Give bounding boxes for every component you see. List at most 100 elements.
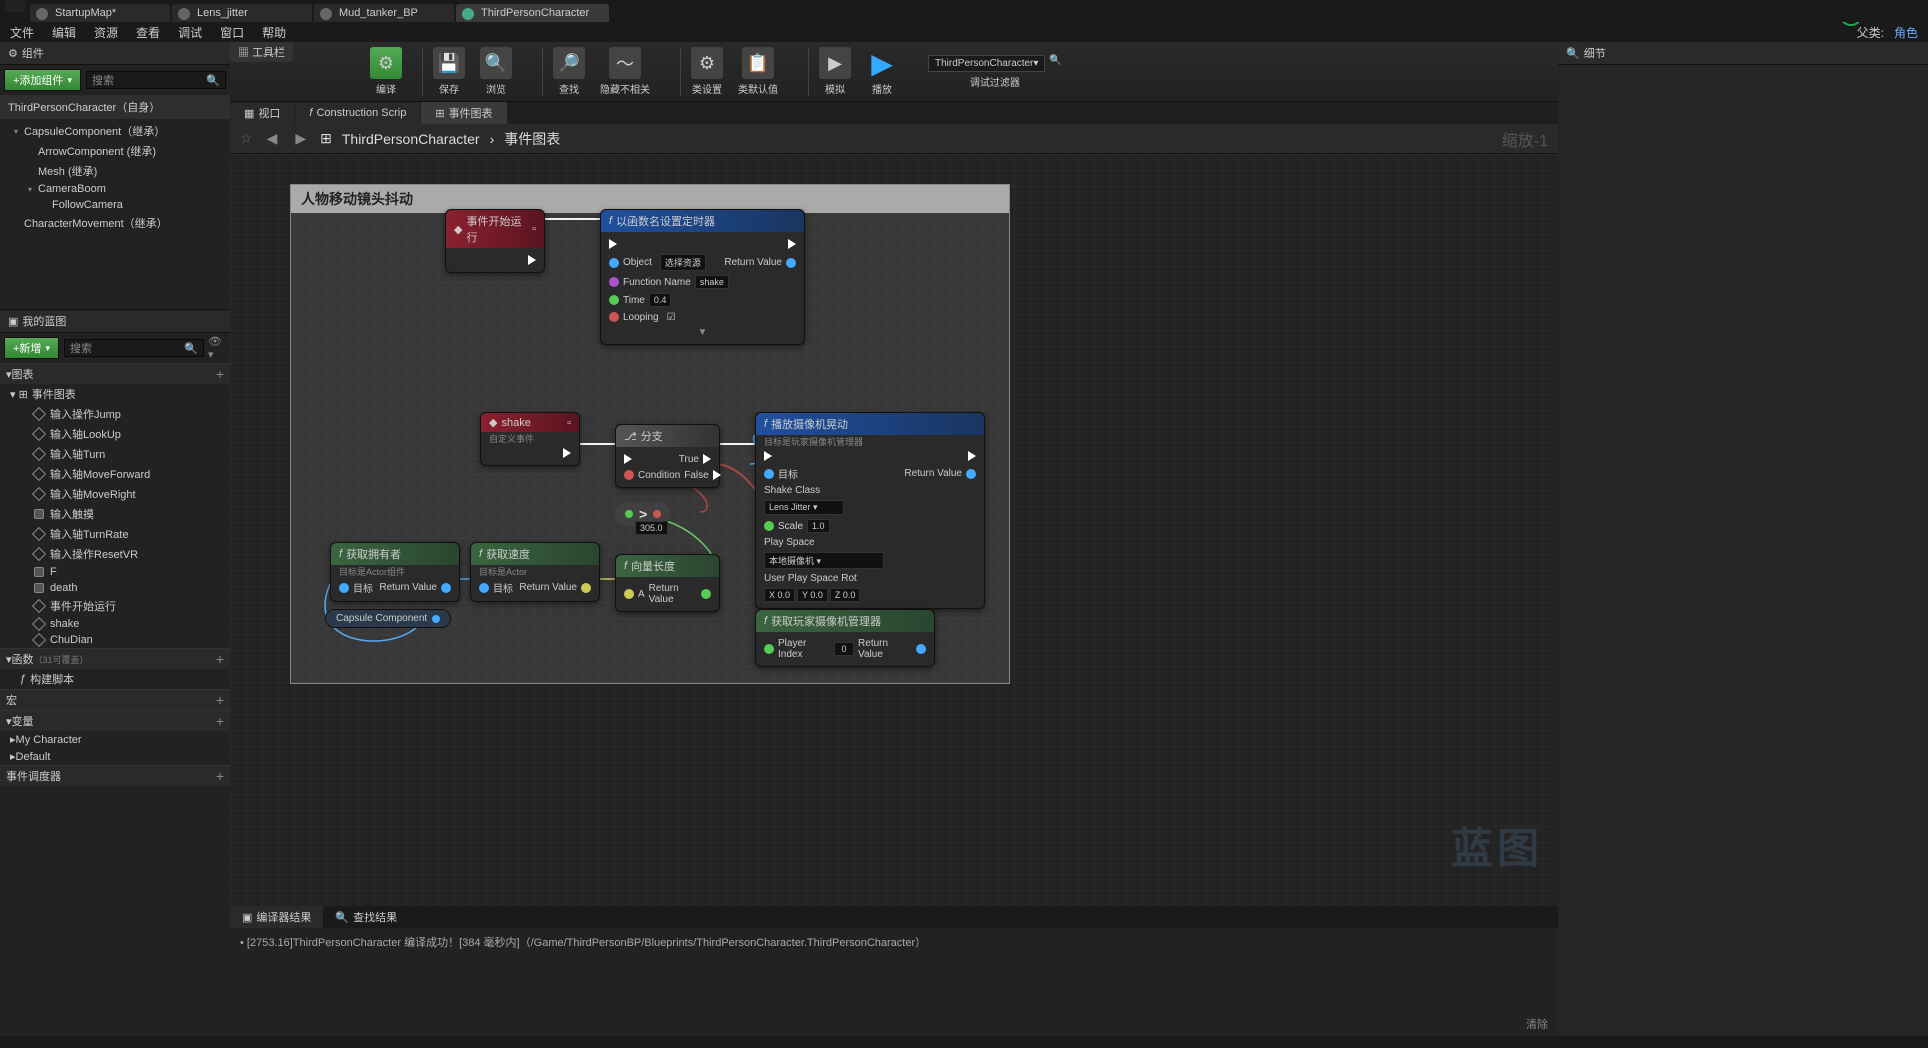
favorite-icon[interactable]: ☆ xyxy=(240,130,253,147)
graph-item-3[interactable]: 输入轴MoveForward xyxy=(0,464,230,484)
debug-object-select[interactable]: ThirdPersonCharacter▾ xyxy=(928,55,1045,72)
visibility-toggle[interactable]: 👁▾ xyxy=(208,340,226,356)
nav-back[interactable]: ◀ xyxy=(263,130,282,147)
tab-startupmap[interactable]: StartupMap* xyxy=(30,4,170,22)
node-shake-event[interactable]: ◆shake▫ 自定义事件 xyxy=(480,412,580,466)
section-macros[interactable]: 宏+ xyxy=(0,689,230,710)
tree-capsule[interactable]: ▾CapsuleComponent（继承） xyxy=(0,121,230,141)
add-function[interactable]: + xyxy=(216,651,224,667)
breadcrumb-graph[interactable]: 事件图表 xyxy=(504,129,560,149)
compiler-output: • [2753.16]ThirdPersonCharacter 编译成功！[38… xyxy=(230,928,1558,1036)
graph-item-11[interactable]: shake xyxy=(0,616,230,632)
add-macro[interactable]: + xyxy=(216,692,224,708)
tab-lensjitter[interactable]: Lens_jitter xyxy=(172,4,312,22)
tab-mudtanker[interactable]: Mud_tanker_BP xyxy=(314,4,454,22)
add-graph[interactable]: + xyxy=(216,366,224,382)
simulate-button[interactable]: ▶模拟 xyxy=(819,47,851,96)
menu-asset[interactable]: 资源 xyxy=(94,24,118,41)
func-construction[interactable]: ƒ构建脚本 xyxy=(0,669,230,689)
menu-debug[interactable]: 调试 xyxy=(178,24,202,41)
search-icon-2: 🔍 xyxy=(184,342,198,355)
new-button[interactable]: +新增 xyxy=(4,337,59,359)
nav-forward[interactable]: ▶ xyxy=(291,130,310,147)
graph-item-12[interactable]: ChuDian xyxy=(0,632,230,648)
tab-viewport[interactable]: ▦ 视口 xyxy=(230,102,294,124)
playspace-select[interactable]: 本地摄像机 ▾ xyxy=(764,552,884,569)
playerindex-input[interactable]: 0 xyxy=(834,642,854,656)
var-default[interactable]: ▸ Default xyxy=(0,748,230,765)
graph-item-10[interactable]: 事件开始运行 xyxy=(0,596,230,616)
graph-item-7[interactable]: 输入操作ResetVR xyxy=(0,544,230,564)
menu-edit[interactable]: 编辑 xyxy=(52,24,76,41)
add-variable[interactable]: + xyxy=(216,713,224,729)
class-defaults-button[interactable]: 📋类默认值 xyxy=(738,47,778,96)
graph-item-2[interactable]: 输入轴Turn xyxy=(0,444,230,464)
rot-y-input[interactable]: Y 0.0 xyxy=(797,588,828,602)
node-capsule-var[interactable]: Capsule Component xyxy=(325,609,451,628)
graph-item-0[interactable]: 输入操作Jump xyxy=(0,404,230,424)
section-dispatchers[interactable]: 事件调度器+ xyxy=(0,765,230,786)
event-graph-item[interactable]: ▾ ⊞事件图表 xyxy=(0,384,230,404)
tab-compiler-results[interactable]: ▣ 编译器结果 xyxy=(230,906,323,928)
graph-item-6[interactable]: 输入轴TurnRate xyxy=(0,524,230,544)
expand-node[interactable]: ▼ xyxy=(609,325,796,340)
zoom-label: 缩放-1 xyxy=(1502,127,1548,151)
scale-input[interactable]: 1.0 xyxy=(807,519,830,533)
event-graph-canvas[interactable]: 人物移动镜头抖动 ◆事件开始运行▫ f以函数名设置定时器 Object选择资源R… xyxy=(230,154,1558,906)
tree-arrow[interactable]: ArrowComponent (继承) xyxy=(0,141,230,161)
node-playcamerashake[interactable]: f播放摄像机晃动 目标是玩家摄像机管理器 目标Return Value Shak… xyxy=(755,412,985,609)
tab-eventgraph[interactable]: ⊞ 事件图表 xyxy=(421,102,506,124)
node-beginplay[interactable]: ◆事件开始运行▫ xyxy=(445,209,545,273)
node-getvelocity[interactable]: f获取速度 目标是Actor 目标Return Value xyxy=(470,542,600,602)
blueprint-search[interactable]: 搜索 🔍 xyxy=(64,339,204,357)
add-component-button[interactable]: +添加组件 xyxy=(4,69,81,91)
timer-time-input[interactable]: 0.4 xyxy=(649,293,672,307)
node-getpcm[interactable]: f获取玩家摄像机管理器 Player Index0Return Value xyxy=(755,609,935,667)
shake-class-select[interactable]: Lens Jitter ▾ xyxy=(764,500,844,515)
rot-z-input[interactable]: Z 0.0 xyxy=(830,588,861,602)
timer-funcname-input[interactable]: shake xyxy=(695,275,729,289)
menu-window[interactable]: 窗口 xyxy=(220,24,244,41)
tree-cameraboom[interactable]: ▾CameraBoom xyxy=(0,181,230,197)
node-settimer[interactable]: f以函数名设置定时器 Object选择资源Return Value Functi… xyxy=(600,209,805,345)
tab-construction[interactable]: f Construction Scrip xyxy=(295,102,420,124)
graph-item-5[interactable]: 输入触摸 xyxy=(0,504,230,524)
save-button[interactable]: 💾保存 xyxy=(433,47,465,96)
self-component[interactable]: ThirdPersonCharacter（自身） xyxy=(0,95,230,119)
clear-button[interactable]: 清除 xyxy=(1526,1016,1548,1032)
menu-help[interactable]: 帮助 xyxy=(262,24,286,41)
browse-button[interactable]: 🔍浏览 xyxy=(480,47,512,96)
menu-view[interactable]: 查看 xyxy=(136,24,160,41)
graph-item-9[interactable]: death xyxy=(0,580,230,596)
node-getowner[interactable]: f获取拥有者 目标是Actor组件 目标Return Value xyxy=(330,542,460,602)
play-button[interactable]: ▶播放 xyxy=(866,47,898,96)
node-branch[interactable]: ⎇ 分支 True ConditionFalse xyxy=(615,424,720,488)
rot-x-input[interactable]: X 0.0 xyxy=(764,588,795,602)
tree-charmovement[interactable]: CharacterMovement（继承） xyxy=(0,213,230,233)
var-mycharacter[interactable]: ▸ My Character xyxy=(0,731,230,748)
find-button[interactable]: 🔎查找 xyxy=(553,47,585,96)
tree-mesh[interactable]: Mesh (继承) xyxy=(0,161,230,181)
graph-item-1[interactable]: 输入轴LookUp xyxy=(0,424,230,444)
section-variables[interactable]: ▾变量+ xyxy=(0,710,230,731)
section-graphs[interactable]: ▾图表+ xyxy=(0,363,230,384)
class-settings-button[interactable]: ⚙类设置 xyxy=(691,47,723,96)
greater-value[interactable]: 305.0 xyxy=(635,522,668,534)
tab-thirdperson[interactable]: ThirdPersonCharacter xyxy=(456,4,609,22)
compile-button[interactable]: ⚙编译 xyxy=(370,47,402,96)
details-panel-header: 🔍 细节 xyxy=(1558,42,1928,65)
breadcrumb-asset[interactable]: ThirdPersonCharacter xyxy=(342,131,480,147)
debug-search-icon[interactable]: 🔍 xyxy=(1049,55,1061,72)
graph-item-4[interactable]: 输入轴MoveRight xyxy=(0,484,230,504)
tree-followcamera[interactable]: FollowCamera xyxy=(0,197,230,213)
node-vectorlength[interactable]: f向量长度 AReturn Value xyxy=(615,554,720,612)
tab-find-results[interactable]: 🔍 查找结果 xyxy=(323,906,409,928)
timer-looping-checkbox[interactable]: ☑ xyxy=(667,312,676,323)
add-dispatcher[interactable]: + xyxy=(216,768,224,784)
graph-item-8[interactable]: F xyxy=(0,564,230,580)
section-functions[interactable]: ▾函数（31可覆盖） + xyxy=(0,648,230,669)
components-search[interactable]: 搜索 🔍 xyxy=(86,71,226,89)
parent-class-link[interactable]: 角色 xyxy=(1894,24,1918,41)
hide-unrelated-button[interactable]: ～隐藏不相关 xyxy=(600,47,650,96)
menu-file[interactable]: 文件 xyxy=(10,24,34,41)
